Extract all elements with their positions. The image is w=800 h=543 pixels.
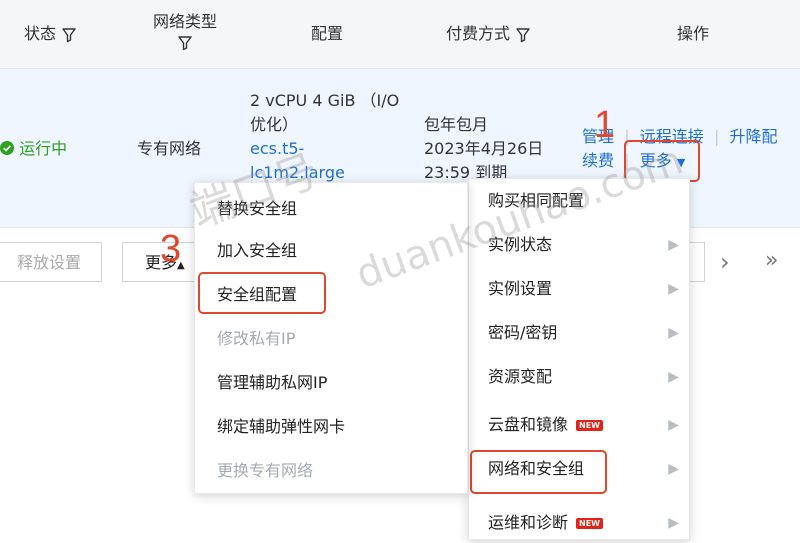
header-billing-label: 付费方式 [446, 24, 511, 43]
chevron-right-icon: ▶ [668, 237, 679, 253]
submenu-item-change-vpc: 更换专有网络 [217, 461, 314, 480]
renew-link[interactable]: 续费 [582, 151, 614, 170]
config-line-1: 2 vCPU 4 GiB （I/O [250, 91, 400, 110]
chevron-right-icon: ▶ [668, 281, 679, 297]
menu-item-label: 运维和诊断 [488, 513, 569, 532]
annotation-step-1: 1 [594, 104, 616, 146]
menu-item-disk-image[interactable]: 云盘和镜像 NEW ▶ [469, 405, 687, 445]
divider: | [708, 127, 725, 146]
menu-item-buy-same[interactable]: 购买相同配置 [469, 181, 687, 221]
chevron-right-icon: ▶ [668, 515, 679, 531]
billing-line-2: 2023年4月26日 [424, 139, 544, 158]
menu-item-instance-status[interactable]: 实例状态 ▶ [469, 225, 687, 265]
chevron-right-icon: ▶ [668, 369, 679, 385]
check-circle-icon [0, 141, 14, 155]
submenu-item-modify-private-ip: 修改私有IP [217, 329, 296, 348]
chevron-right-icon: ▶ [668, 417, 679, 433]
network-security-submenu: 替换安全组 加入安全组 安全组配置 修改私有IP 管理辅助私网IP 绑定辅助弹性… [194, 182, 468, 494]
instance-type-link-1[interactable]: ecs.t5- [250, 137, 304, 161]
highlight-more [624, 140, 700, 182]
header-config: 配置 [311, 24, 344, 43]
menu-item-label: 密码/密钥 [488, 323, 558, 342]
menu-item-instance-settings[interactable]: 实例设置 ▶ [469, 269, 687, 309]
config-line-2: 优化） [250, 115, 299, 134]
chevron-right-icon: ▶ [668, 325, 679, 341]
submenu-item-replace-sg[interactable]: 替换安全组 [195, 189, 465, 229]
header-status[interactable]: 状态 [24, 20, 77, 44]
menu-item-ops-diagnosis[interactable]: 运维和诊断 NEW ▶ [469, 503, 687, 543]
chevron-right-icon: ▶ [668, 461, 679, 477]
menu-item-resource-change[interactable]: 资源变配 ▶ [469, 357, 687, 397]
status-text: 运行中 [19, 139, 68, 158]
upgrade-link[interactable]: 升降配 [730, 127, 778, 146]
last-page-button[interactable]: » [765, 248, 778, 273]
next-page-button[interactable]: › [720, 248, 730, 276]
highlight-sg-config [198, 272, 326, 314]
header-billing[interactable]: 付费方式 [446, 20, 531, 44]
submenu-item-bind-eni[interactable]: 绑定辅助弹性网卡 [195, 407, 465, 447]
menu-item-label: 资源变配 [488, 367, 553, 386]
filter-icon[interactable] [515, 27, 531, 43]
submenu-item-secondary-private-ip[interactable]: 管理辅助私网IP [195, 363, 465, 403]
new-badge: NEW [576, 518, 603, 529]
release-settings-button[interactable]: 释放设置 [0, 242, 102, 282]
billing-line-1: 包年包月 [424, 115, 489, 134]
menu-item-label: 购买相同配置 [488, 191, 585, 210]
submenu-item-join-sg[interactable]: 加入安全组 [195, 231, 465, 271]
menu-item-label: 云盘和镜像 [488, 415, 569, 434]
table-header: 状态 网络类型 配置 付费方式 操作 [0, 0, 800, 69]
header-network-type[interactable]: 网络类型 [150, 8, 220, 51]
filter-icon[interactable] [61, 27, 77, 43]
menu-item-password-key[interactable]: 密码/密钥 ▶ [469, 313, 687, 353]
status-cell: 运行中 [0, 137, 67, 161]
annotation-step-3: 3 [160, 228, 182, 270]
new-badge: NEW [576, 420, 603, 431]
header-network-label: 网络类型 [152, 12, 217, 31]
menu-item-label: 实例状态 [488, 235, 553, 254]
header-status-label: 状态 [24, 24, 57, 43]
header-actions: 操作 [677, 24, 710, 43]
network-cell: 专有网络 [137, 139, 202, 158]
highlight-network-security [470, 450, 607, 494]
filter-icon[interactable] [177, 35, 193, 51]
menu-item-label: 实例设置 [488, 279, 553, 298]
